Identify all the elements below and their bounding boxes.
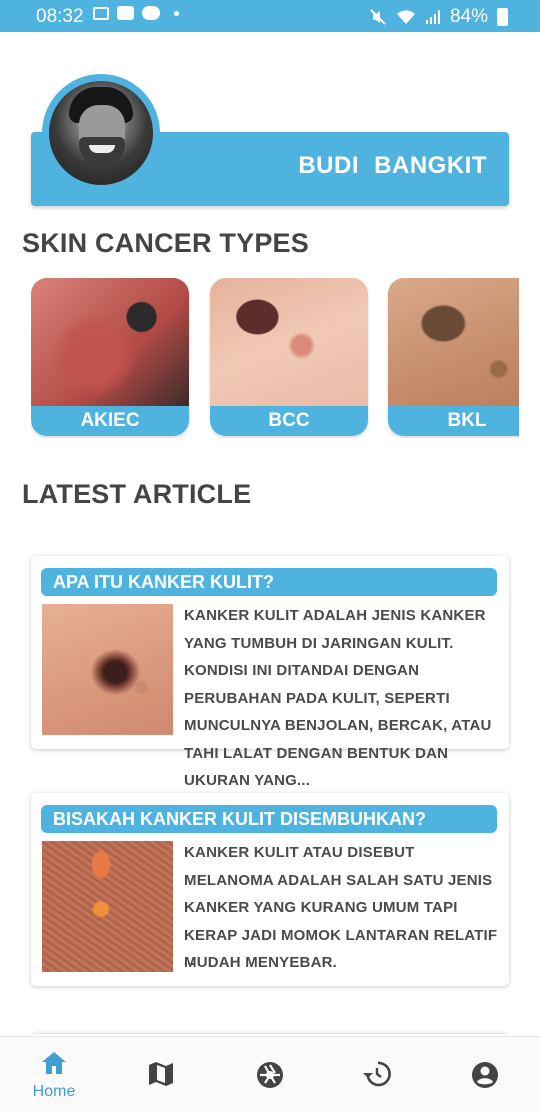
nav-history[interactable] (336, 1037, 416, 1111)
profile-name: BUDI BANGKIT (298, 152, 487, 179)
article-ellipsis: ... (184, 954, 195, 968)
more-notifications-dot-icon (174, 10, 179, 16)
cancer-type-label: BKL (388, 406, 519, 436)
nav-home-label: Home (32, 1083, 76, 1100)
map-icon (149, 1062, 173, 1086)
article-image (42, 604, 173, 735)
nav-map[interactable] (121, 1037, 201, 1111)
history-icon (363, 1061, 391, 1087)
cancer-type-card-bkl[interactable]: BKL (388, 278, 519, 436)
cancer-type-image (210, 278, 368, 408)
status-time: 08:32 (36, 6, 84, 27)
bottom-navigation: Home (0, 1036, 540, 1111)
article-title: APA ITU KANKER KULIT? (41, 568, 497, 596)
battery-icon (497, 8, 508, 26)
notification-icons (93, 6, 179, 20)
cancer-type-image (388, 278, 519, 408)
article-card[interactable]: BISAKAH KANKER KULIT DISEMBUHKAN? KANKER… (31, 793, 509, 986)
cancer-type-image (31, 278, 189, 408)
wifi-icon (396, 10, 415, 24)
battery-percent: 84% (449, 6, 488, 27)
signal-icon (425, 10, 440, 24)
cancer-type-label: BCC (210, 406, 368, 436)
account-icon (472, 1062, 498, 1088)
nav-camera[interactable] (229, 1037, 309, 1111)
nav-home[interactable]: Home (14, 1037, 94, 1111)
article-excerpt: KANKER KULIT ADALAH JENIS KANKER YANG TU… (184, 607, 492, 789)
home-icon (42, 1052, 66, 1074)
article-card[interactable]: APA ITU KANKER KULIT? KANKER KULIT ADALA… (31, 556, 509, 789)
message-notification-icon (117, 6, 134, 20)
line-notification-icon (142, 6, 160, 20)
skin-cancer-types-carousel[interactable]: AKIEC BCC BKL (31, 278, 519, 438)
system-icons: 84% (369, 6, 508, 28)
status-bar: 08:32 84% (0, 0, 540, 32)
cancer-type-card-akiec[interactable]: AKIEC (31, 278, 189, 436)
camera-shutter-icon (257, 1062, 283, 1088)
cancer-type-card-bcc[interactable]: BCC (210, 278, 368, 436)
avatar[interactable] (49, 81, 153, 185)
gallery-notification-icon (93, 6, 109, 20)
cancer-type-label: AKIEC (31, 406, 189, 436)
latest-article-heading: LATEST ARTICLE (22, 479, 252, 509)
nav-profile[interactable] (444, 1037, 524, 1111)
article-title: BISAKAH KANKER KULIT DISEMBUHKAN? (41, 805, 497, 833)
mute-icon (370, 9, 386, 25)
article-image (42, 841, 173, 972)
skin-cancer-types-heading: SKIN CANCER TYPES (22, 228, 309, 258)
